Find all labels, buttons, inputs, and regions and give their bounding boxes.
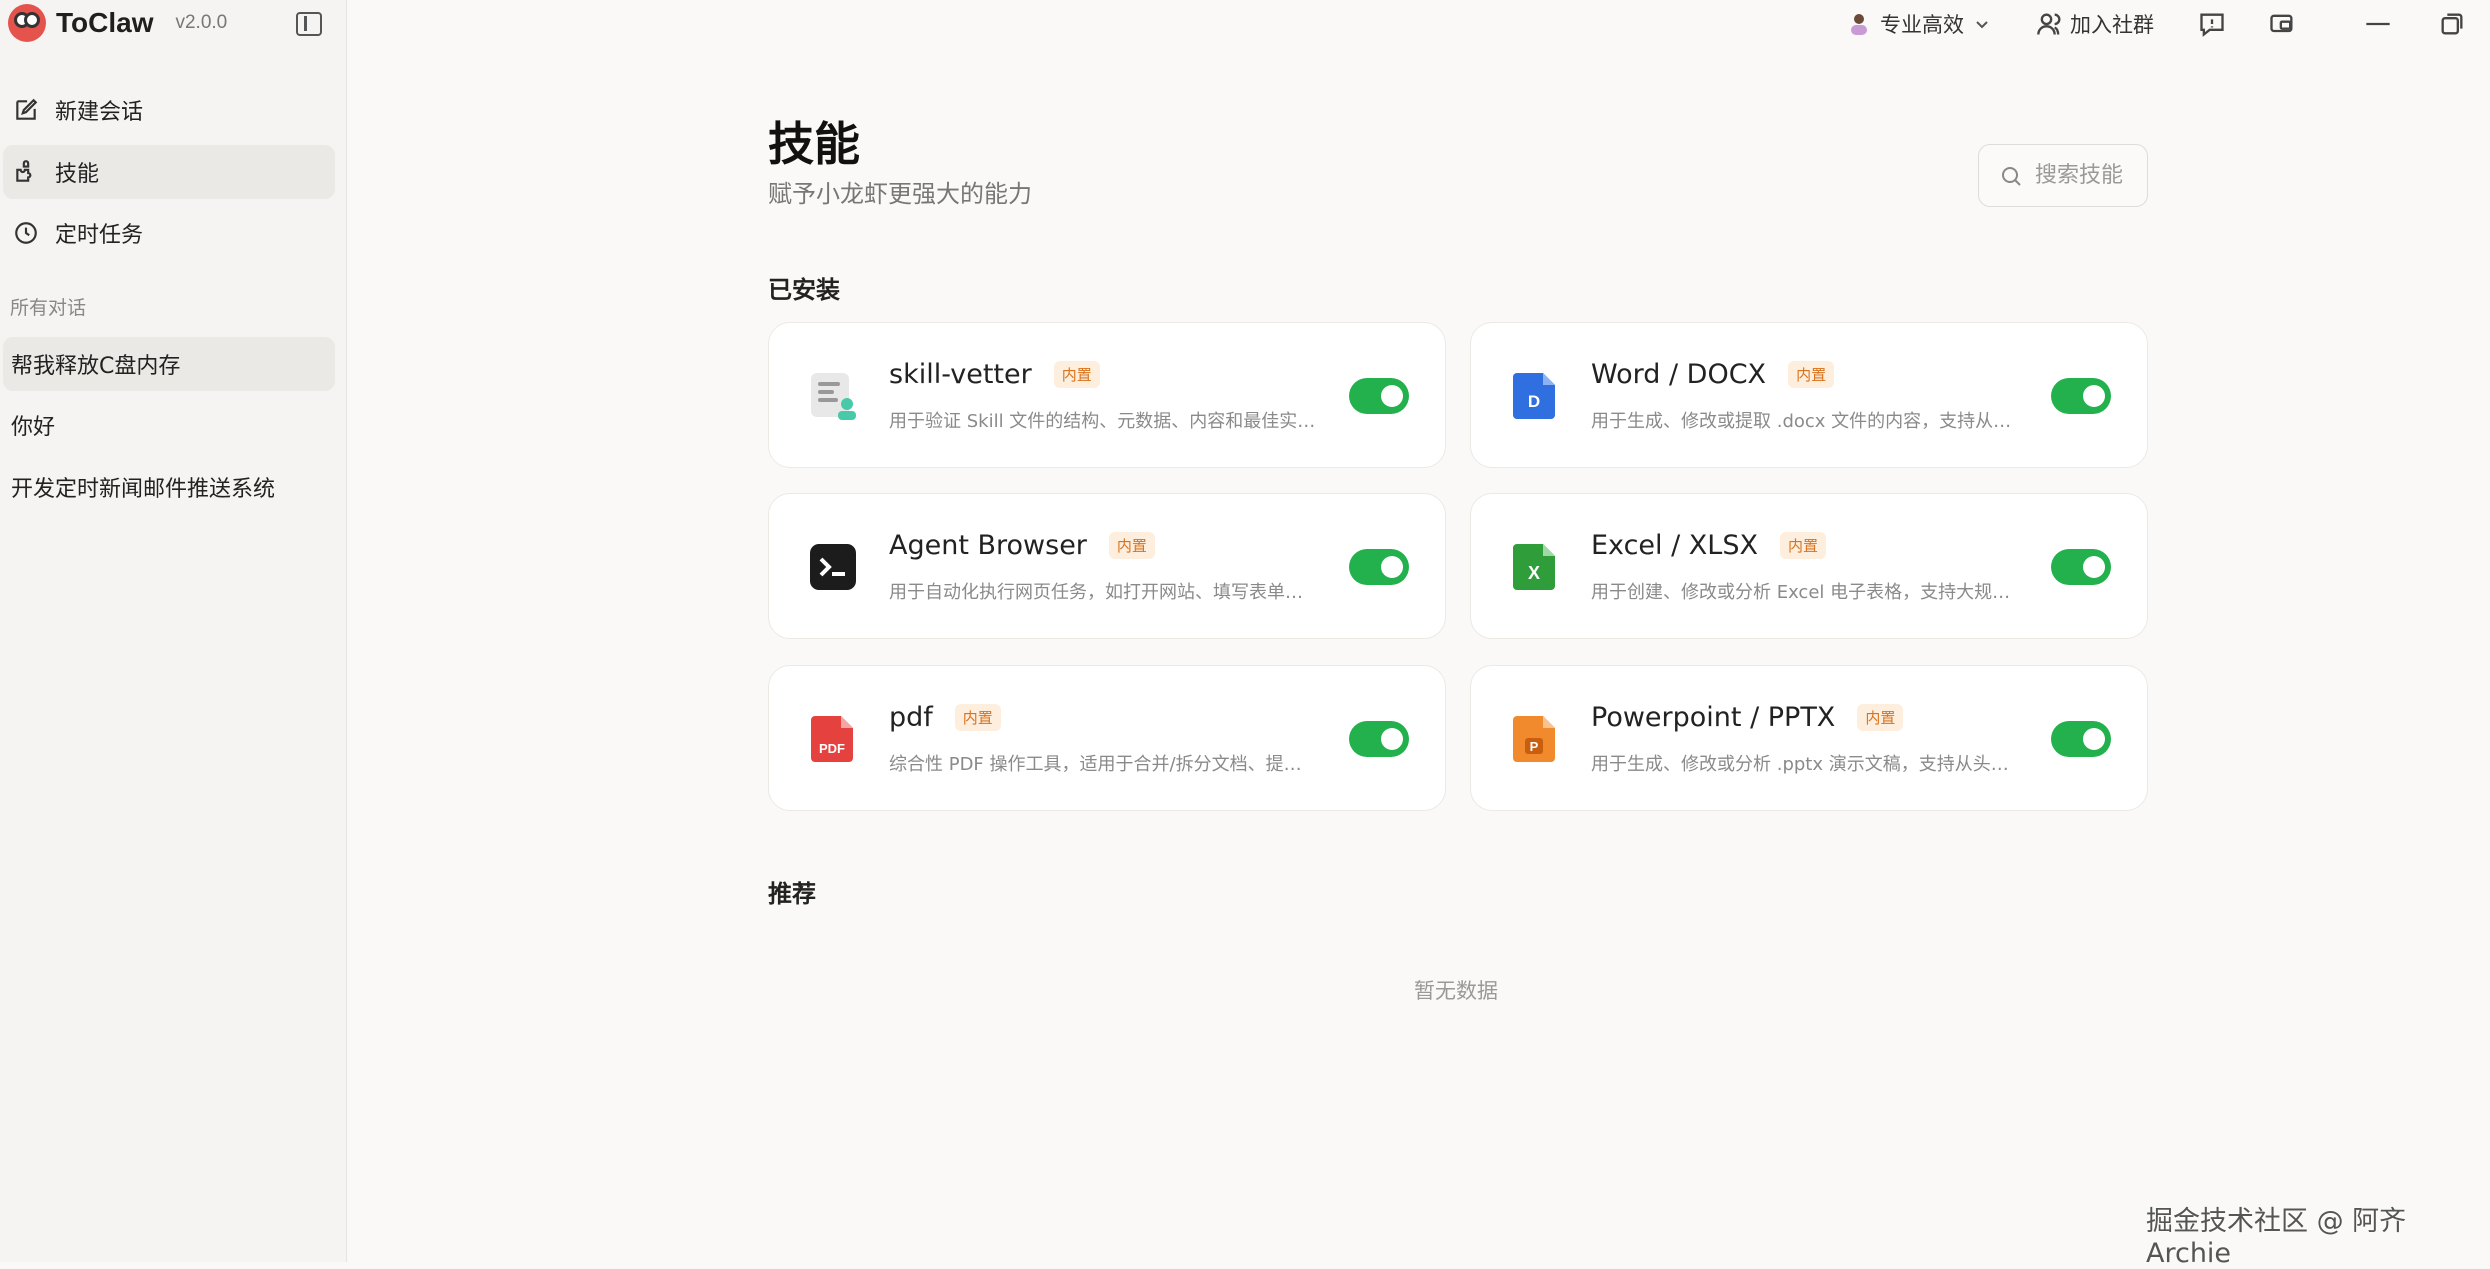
pdf-icon: PDF	[811, 716, 853, 762]
conversation-label: 你好	[11, 415, 56, 440]
skill-card[interactable]: Agent Browser 内置 用于自动化执行网页任务，如打开网站、填写表单、…	[768, 493, 1446, 639]
feedback-icon[interactable]	[2198, 10, 2226, 38]
skill-toggle[interactable]	[1349, 721, 1409, 757]
collapse-sidebar-icon[interactable]	[296, 12, 322, 36]
skill-name: Powerpoint / PPTX	[1591, 702, 1836, 733]
skill-name: pdf	[889, 702, 933, 733]
builtin-badge: 内置	[954, 704, 1001, 731]
join-community-button[interactable]: 加入社群	[2036, 6, 2154, 42]
skill-toggle[interactable]	[2051, 721, 2111, 757]
user-avatar-icon	[1851, 14, 1867, 35]
skill-title: Agent Browser 内置	[889, 530, 1155, 561]
page-title: 技能	[768, 117, 860, 171]
builtin-badge: 内置	[1779, 532, 1826, 559]
nav-label: 定时任务	[55, 223, 144, 248]
skill-description: 用于自动化执行网页任务，如打开网站、填写表单、…	[889, 582, 1319, 603]
skill-description: 用于生成、修改或分析 .pptx 演示文稿，支持从头构…	[1591, 754, 2021, 775]
skill-description: 用于验证 Skill 文件的结构、元数据、内容和最佳实…	[889, 411, 1316, 432]
skill-name: Excel / XLSX	[1591, 530, 1758, 561]
skill-name: skill-vetter	[889, 359, 1032, 390]
conversations-section-label: 所有对话	[10, 297, 87, 319]
svg-text:D: D	[1528, 392, 1540, 411]
search-box[interactable]	[1978, 144, 2148, 207]
search-input[interactable]	[2033, 162, 2143, 189]
conversation-label: 开发定时新闻邮件推送系统	[11, 477, 276, 502]
app-name: ToClaw	[56, 7, 154, 38]
conversation-item[interactable]: 开发定时新闻邮件推送系统	[3, 460, 335, 514]
skill-vetter-icon	[811, 373, 856, 420]
minimize-icon[interactable]	[2364, 10, 2392, 38]
mode-selector[interactable]: 专业高效	[1848, 6, 1990, 42]
skill-toggle[interactable]	[2051, 549, 2111, 585]
skill-card[interactable]: D Word / DOCX 内置 用于生成、修改或提取 .docx 文件的内容，…	[1470, 322, 2148, 468]
conversation-label: 帮我释放C盘内存	[11, 354, 181, 379]
skill-title: Powerpoint / PPTX 内置	[1591, 702, 1904, 733]
skill-toggle[interactable]	[1349, 549, 1409, 585]
app-logo-icon	[8, 4, 46, 42]
powerpoint-icon: P	[1513, 716, 1555, 762]
svg-text:PDF: PDF	[819, 741, 845, 756]
restore-window-icon[interactable]	[2438, 10, 2466, 38]
builtin-badge: 内置	[1857, 704, 1904, 731]
clock-icon	[15, 222, 37, 244]
skill-name: Word / DOCX	[1591, 359, 1767, 390]
svg-text:P: P	[1530, 739, 1539, 754]
builtin-badge: 内置	[1108, 532, 1155, 559]
app-version: v2.0.0	[175, 12, 228, 33]
users-icon	[2037, 13, 2061, 35]
conversation-item[interactable]: 你好	[3, 398, 335, 452]
skill-toggle[interactable]	[2051, 378, 2111, 414]
skill-title: Word / DOCX 内置	[1591, 359, 1835, 390]
svg-text:X: X	[1528, 563, 1540, 583]
nav-skills[interactable]: 技能	[3, 145, 335, 199]
edit-icon	[16, 98, 38, 120]
nav-new-conversation[interactable]: 新建会话	[3, 83, 335, 137]
community-label: 加入社群	[2070, 13, 2154, 37]
puzzle-icon	[16, 160, 32, 182]
nav-scheduled-tasks[interactable]: 定时任务	[3, 206, 335, 260]
builtin-badge: 内置	[1053, 361, 1100, 388]
skill-title: Excel / XLSX 内置	[1591, 530, 1826, 561]
excel-icon: X	[1513, 544, 1555, 590]
search-icon	[2002, 166, 2021, 186]
builtin-badge: 内置	[1788, 361, 1835, 388]
word-doc-icon: D	[1513, 373, 1555, 419]
empty-state-text: 暂无数据	[1414, 979, 1498, 1003]
terminal-icon	[810, 544, 856, 590]
skill-toggle[interactable]	[1349, 378, 1409, 414]
conversation-item[interactable]: 帮我释放C盘内存	[3, 337, 335, 391]
skill-card[interactable]: skill-vetter 内置 用于验证 Skill 文件的结构、元数据、内容和…	[768, 322, 1446, 468]
page-subtitle: 赋予小龙虾更强大的能力	[768, 180, 1032, 208]
skill-card[interactable]: P Powerpoint / PPTX 内置 用于生成、修改或分析 .pptx …	[1470, 665, 2148, 811]
skill-description: 综合性 PDF 操作工具，适用于合并/拆分文档、提取…	[889, 754, 1319, 775]
skill-name: Agent Browser	[889, 530, 1087, 561]
skill-title: pdf 内置	[889, 702, 1001, 733]
installed-section-title: 已安装	[768, 276, 840, 304]
skill-card[interactable]: X Excel / XLSX 内置 用于创建、修改或分析 Excel 电子表格，…	[1470, 493, 2148, 639]
skill-title: skill-vetter 内置	[889, 359, 1100, 390]
skill-description: 用于生成、修改或提取 .docx 文件的内容，支持从头…	[1591, 411, 2021, 432]
nav-label: 新建会话	[55, 100, 144, 125]
sidebar: ToClaw v2.0.0 新建会话 技能 定时任务 所有对话 帮我释放C盘内存…	[0, 0, 347, 1262]
nav-label: 技能	[55, 162, 100, 187]
chevron-down-icon	[1976, 21, 1988, 29]
mini-window-icon[interactable]	[2268, 10, 2296, 38]
watermark: 掘金技术社区 @ 阿齐Archie	[2146, 1206, 2407, 1269]
mode-label: 专业高效	[1880, 13, 1964, 37]
skill-description: 用于创建、修改或分析 Excel 电子表格，支持大规模…	[1591, 582, 2021, 603]
brand: ToClaw v2.0.0	[8, 3, 227, 43]
skill-card[interactable]: PDF pdf 内置 综合性 PDF 操作工具，适用于合并/拆分文档、提取…	[768, 665, 1446, 811]
recommended-section-title: 推荐	[768, 880, 816, 908]
